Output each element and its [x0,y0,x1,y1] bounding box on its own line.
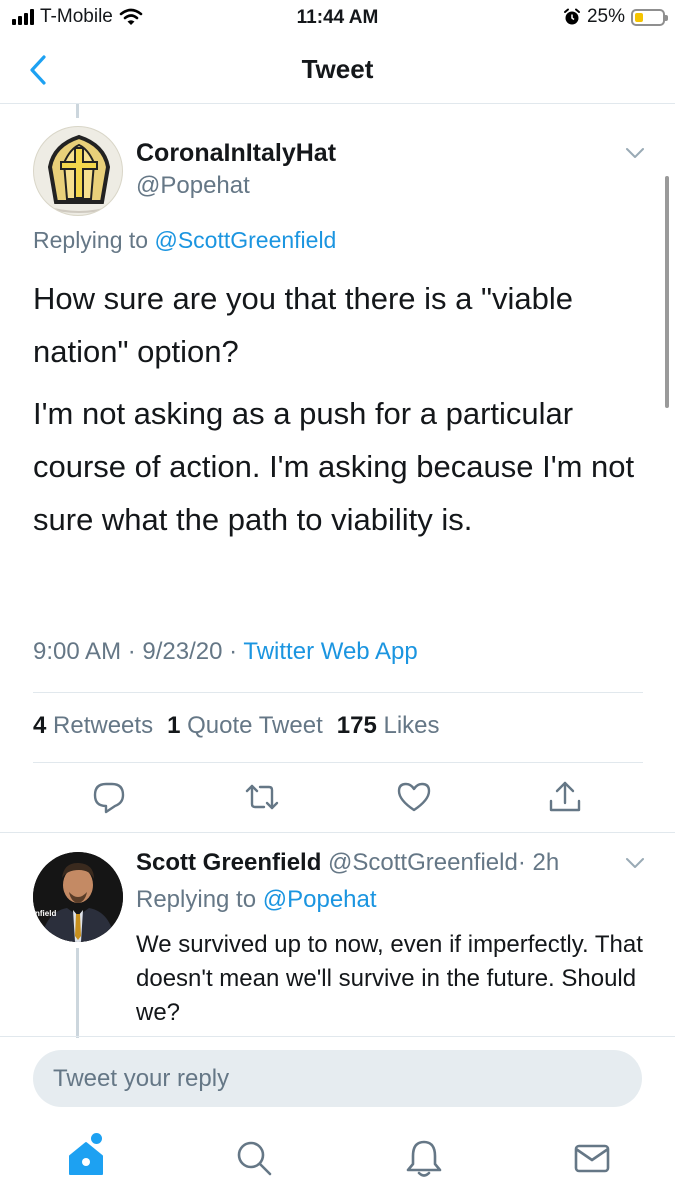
reply-age: · 2h [517,849,560,876]
share-button[interactable] [547,779,583,815]
chevron-down-icon [626,858,644,868]
reply-text: We survived up to now, even if imperfect… [136,931,643,1026]
scrollbar[interactable] [665,176,669,408]
replying-to-link[interactable]: @ScottGreenfield [154,227,336,253]
mitre-icon [45,134,113,213]
likes-label: Likes [383,712,440,739]
portrait-image: nfield [33,852,123,942]
separator: · [127,638,136,665]
navigation-header: Tweet [0,36,675,104]
tab-search[interactable] [234,1138,274,1178]
tab-home[interactable] [66,1138,106,1178]
reply-header: Scott Greenfield @ScottGreenfield· 2h [136,849,559,877]
reply-author-name[interactable]: Scott Greenfield [136,849,321,876]
share-icon [549,781,581,812]
replying-to-link[interactable]: @Popehat [263,886,377,913]
divider [0,1036,675,1037]
heart-icon [397,782,431,812]
retweets-count: 4 [33,712,47,739]
tweet-paragraph: I'm not asking as a push for a particula… [33,396,635,537]
author-name[interactable]: CoronaInItalyHat [136,139,336,168]
like-button[interactable] [396,779,432,815]
thread-line [76,948,79,1038]
tweet-stats: 4 Retweets 1 Quote Tweet 175 Likes [33,712,440,740]
reply-button[interactable] [91,779,127,815]
replying-to: Replying to @ScottGreenfield [33,227,336,254]
bell-icon [406,1140,442,1177]
status-bar: T-Mobile 11:44 AM 25% [0,0,675,36]
quotes-label: Quote Tweet [187,712,323,739]
status-right: 25% [563,6,668,28]
chevron-down-icon [626,148,644,158]
likes-stat[interactable]: 175 Likes [337,712,440,739]
tweet-time: 9:00 AM [33,638,122,665]
divider [33,762,643,763]
tweet-source-link[interactable]: Twitter Web App [243,638,417,665]
alarm-icon [563,8,580,25]
avatar-scott-greenfield[interactable]: nfield [33,852,123,942]
avatar-caption: nfield [35,909,56,918]
replying-prefix: Replying to [33,227,155,253]
retweets-label: Retweets [53,712,154,739]
avatar-popehat[interactable] [33,126,123,216]
new-content-dot [91,1133,102,1144]
replying-prefix: Replying to [136,886,263,913]
retweet-button[interactable] [244,779,280,815]
tweet-date: 9/23/20 [142,638,223,665]
tweet-meta: 9:00 AM · 9/23/20 · Twitter Web App [33,638,418,666]
retweets-stat[interactable]: 4 Retweets [33,712,153,739]
tab-messages[interactable] [572,1138,612,1178]
divider [0,832,675,833]
reply-icon [93,782,125,814]
battery-icon [631,8,668,26]
tab-notifications[interactable] [404,1138,444,1178]
likes-count: 175 [336,712,377,739]
author-handle[interactable]: @Popehat [136,172,250,200]
page-title: Tweet [301,54,374,84]
search-icon [237,1141,272,1176]
battery-percent: 25% [586,6,625,27]
reply-author-handle[interactable]: @ScottGreenfield [328,849,518,876]
battery-fill [635,12,643,22]
reply-input-placeholder: Tweet your reply [53,1065,230,1092]
quotes-count: 1 [167,712,181,739]
thread-line [76,104,79,118]
divider [33,692,643,693]
quotes-stat[interactable]: 1 Quote Tweet [167,712,323,739]
tweet-text: How sure are you that there is a "viable… [33,272,658,546]
reply-input[interactable]: Tweet your reply [33,1050,642,1107]
retweet-icon [245,784,279,810]
tweet-paragraph: How sure are you that there is a "viable… [33,281,574,369]
separator: · [229,638,238,665]
reply-options-button[interactable] [624,856,646,870]
tweet-options-button[interactable] [624,146,646,160]
mail-icon [574,1144,610,1173]
reply-replying-to: Replying to @Popehat [136,886,377,914]
